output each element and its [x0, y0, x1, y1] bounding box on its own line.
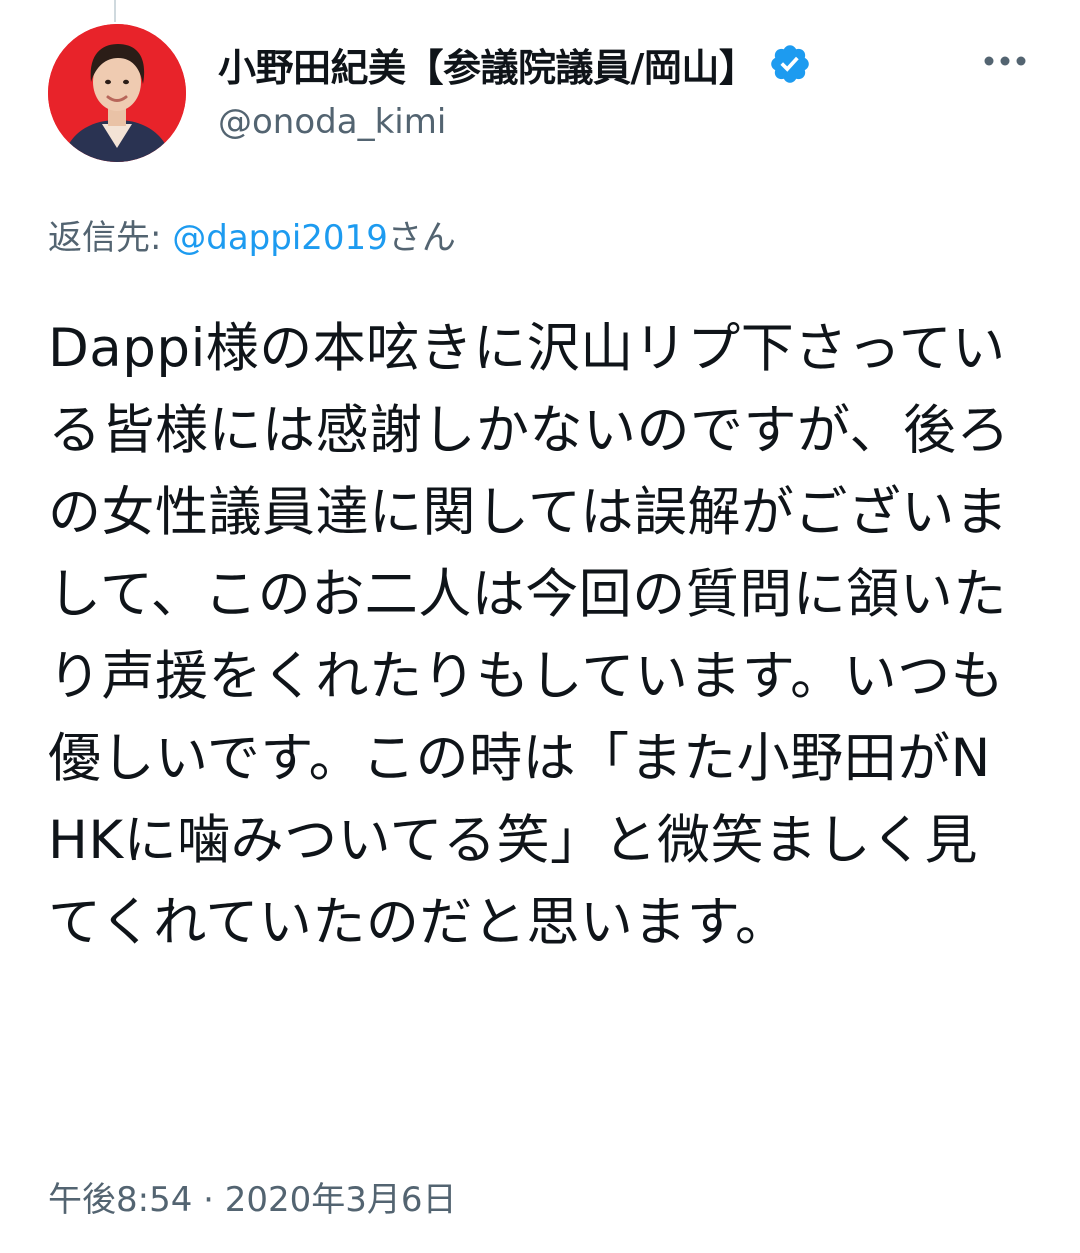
reply-context: 返信先: @dappi2019さん — [48, 210, 456, 259]
person-avatar-icon — [48, 24, 186, 162]
tweet-timestamp[interactable]: 午後8:54 · 2020年3月6日 — [48, 1172, 457, 1221]
reply-prefix: 返信先: — [48, 218, 173, 258]
verified-badge-icon — [768, 42, 812, 86]
name-row: 小野田紀美【参議院議員/岡山】 — [218, 36, 812, 92]
reply-to-handle-link[interactable]: @dappi2019 — [172, 218, 388, 258]
more-options-button[interactable] — [980, 46, 1030, 76]
thread-connector-line — [114, 0, 116, 22]
author-identity: 小野田紀美【参議院議員/岡山】 @onoda_kimi — [218, 36, 812, 142]
reply-suffix: さん — [387, 218, 456, 258]
more-options-icon — [984, 56, 1026, 66]
tweet-body-text: Dappi様の本呟きに沢山リプ下さっている皆様には感謝しかないのですが、後ろの女… — [48, 318, 1010, 953]
author-display-name[interactable]: 小野田紀美【参議院議員/岡山】 — [218, 37, 757, 92]
avatar[interactable] — [48, 24, 186, 162]
tweet-header: 小野田紀美【参議院議員/岡山】 @onoda_kimi — [48, 24, 1038, 164]
author-handle[interactable]: @onoda_kimi — [218, 102, 812, 142]
